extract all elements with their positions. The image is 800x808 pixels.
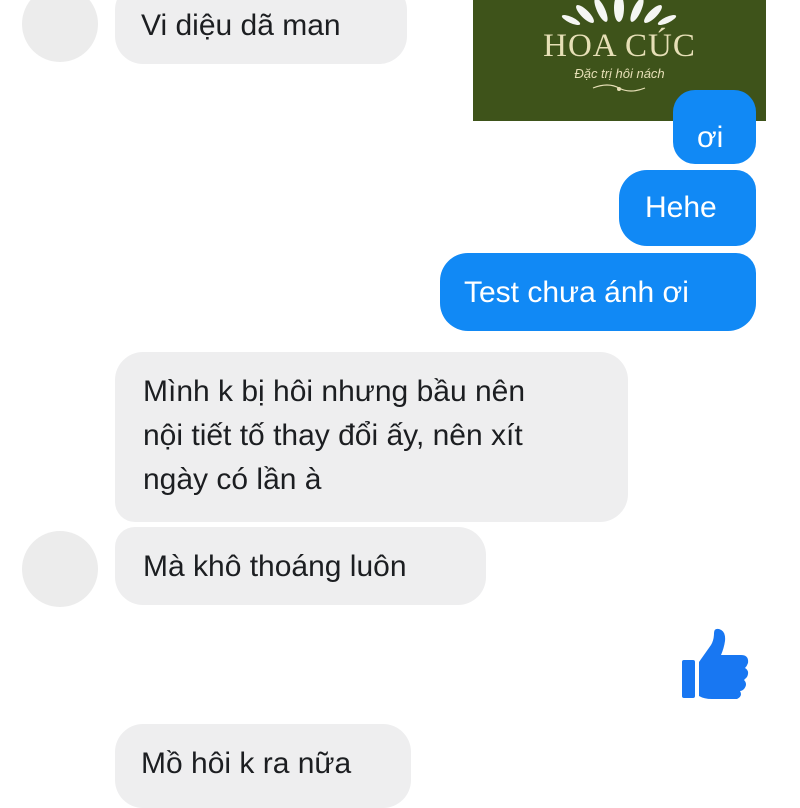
brand-name: HOA CÚC	[543, 28, 696, 64]
message-text: Vi diệu dã man	[141, 9, 341, 42]
brand-tagline: Đặc trị hôi nách	[574, 66, 665, 81]
avatar	[22, 531, 98, 607]
message-text: Mồ hôi k ra nữa	[141, 747, 352, 780]
outgoing-message-bubble[interactable]: ơi	[673, 90, 756, 164]
outgoing-message-bubble[interactable]: Test chưa ánh ơi	[440, 253, 756, 331]
message-text: Test chưa ánh ơi	[464, 276, 689, 309]
incoming-message-bubble[interactable]: Mồ hôi k ra nữa	[115, 724, 411, 808]
message-text: Mình k bị hôi nhưng bầu nên nội tiết tố …	[143, 375, 526, 496]
incoming-message-bubble[interactable]: Mà khô thoáng luôn	[115, 527, 486, 605]
message-text: Mà khô thoáng luôn	[143, 550, 407, 583]
incoming-message-bubble[interactable]: Vi diệu dã man	[115, 0, 407, 64]
outgoing-message-bubble[interactable]: Hehe	[619, 170, 756, 246]
avatar	[22, 0, 98, 62]
message-text: ơi	[697, 121, 724, 154]
incoming-message-bubble[interactable]: Mình k bị hôi nhưng bầu nên nội tiết tố …	[115, 352, 628, 522]
thumbs-up-icon[interactable]	[678, 628, 754, 704]
message-text: Hehe	[645, 191, 717, 224]
